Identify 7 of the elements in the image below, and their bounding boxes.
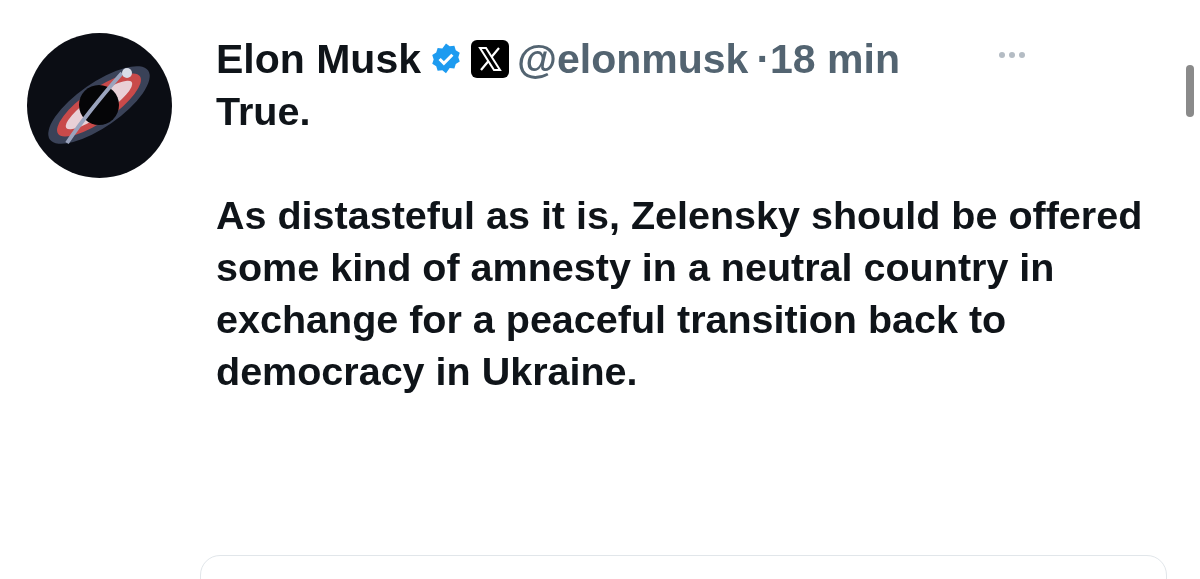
x-logo-icon bbox=[471, 40, 510, 78]
scrollbar[interactable] bbox=[1186, 65, 1194, 117]
author-handle[interactable]: @elonmusk bbox=[517, 35, 749, 83]
post-text: True. bbox=[216, 88, 312, 135]
author-name[interactable]: Elon Musk bbox=[216, 35, 422, 83]
post-time: ·18 min bbox=[756, 35, 900, 83]
post-text: As distasteful as it is, Zelensky should be offered some kind of amnesty in a neutral country in exchange for a peaceful transition back to democracy in Ukraine. bbox=[216, 192, 1144, 395]
